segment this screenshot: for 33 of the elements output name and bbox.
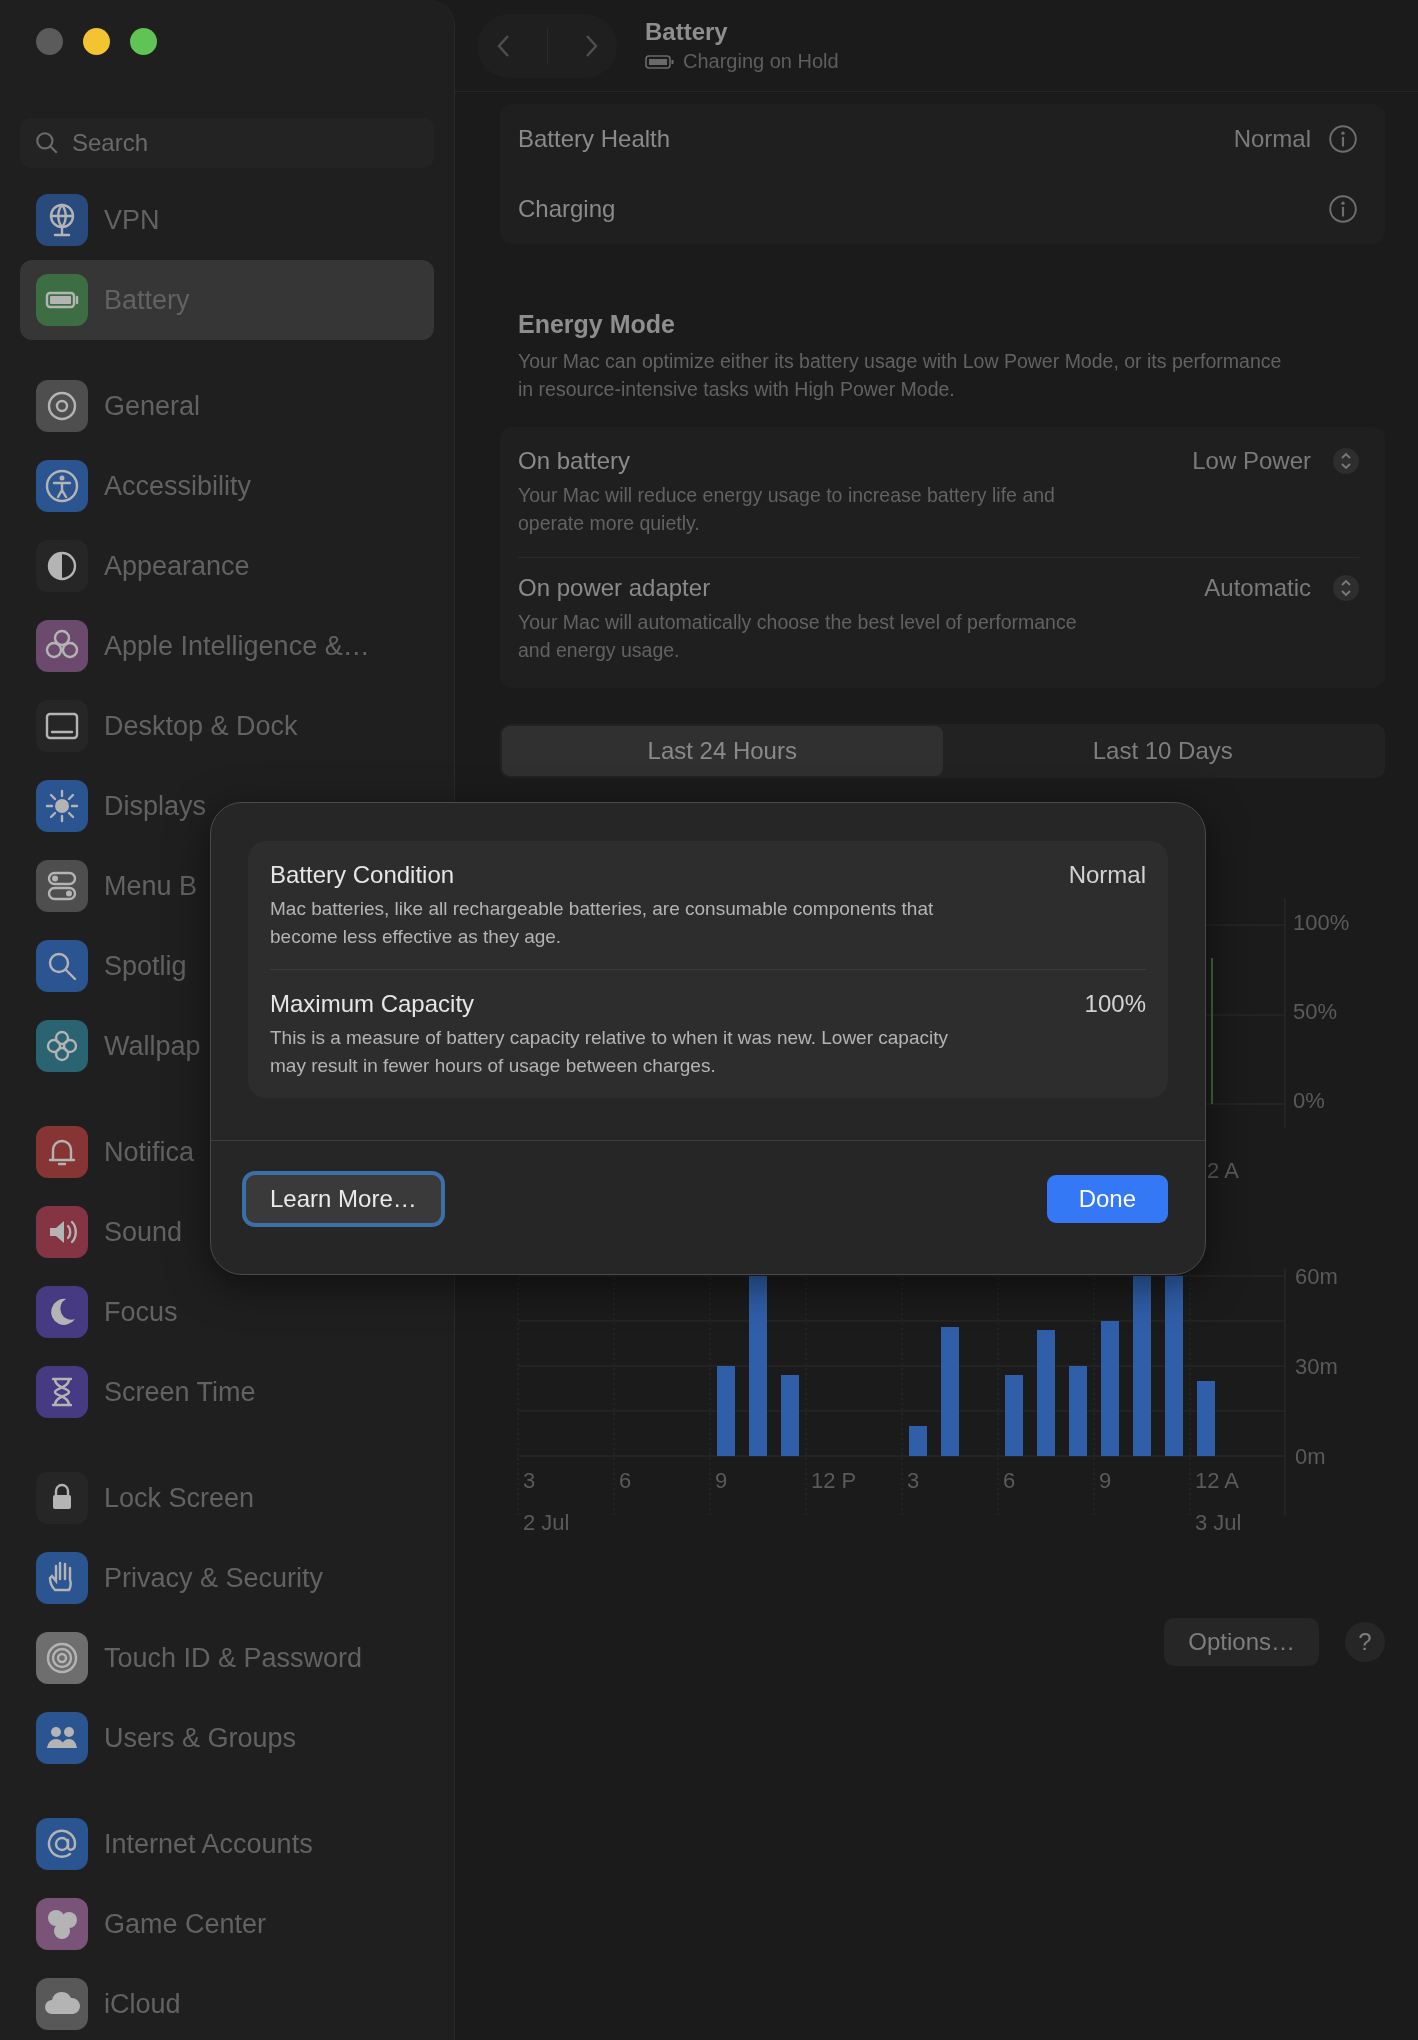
setting-label: On battery	[518, 447, 632, 475]
row-title: Battery Condition	[270, 861, 455, 889]
row-label: Charging	[518, 195, 617, 223]
row-title: Maximum Capacity	[270, 990, 475, 1018]
axis-tick-label: 0m	[1295, 1444, 1326, 1469]
row-description: Mac batteries, like all rechargeable batteries, are consumable components that become less effective as they age.	[270, 897, 935, 949]
axis-tick-label: 30m	[1295, 1354, 1338, 1379]
axis-tick-label: 50%	[1293, 999, 1338, 1025]
section-description: Your Mac can optimize either its battery usage with Low Power Mode, or its performance in resource-intensive tasks with High Power Mode.	[518, 349, 1283, 402]
setting-description: Your Mac will automatically choose the best level of performance and energy usage.	[518, 610, 1078, 663]
row-value: Normal	[1068, 861, 1146, 889]
axis-tick-label: 9	[715, 1468, 728, 1493]
date-label: 3 Jul	[1195, 1510, 1242, 1535]
axis-tick-label: 6	[619, 1468, 632, 1493]
axis-tick-label: 12 P	[811, 1468, 857, 1493]
window-title: Battery	[645, 18, 729, 46]
status-subtitle: Charging on Hold	[683, 50, 839, 73]
axis-tick-label: 0%	[1293, 1088, 1325, 1114]
section-heading: Energy Mode	[518, 310, 676, 339]
setting-description: Your Mac will reduce energy usage to increase battery life and operate more quietly.	[518, 483, 1056, 536]
axis-tick-label: 100%	[1293, 910, 1350, 936]
row-value: 100%	[1084, 990, 1146, 1018]
row-value: Normal	[1233, 125, 1311, 153]
setting-label: On power adapter	[518, 574, 712, 602]
axis-tick-label: 6	[1003, 1468, 1016, 1493]
axis-tick-label: 60m	[1295, 1264, 1338, 1289]
axis-tick-label: 9	[1099, 1468, 1112, 1493]
axis-tick-label: 3	[523, 1468, 536, 1493]
axis-tick-label: 12 A	[1195, 1468, 1240, 1493]
row-description: This is a measure of battery capacity relative to when it was new. Lower capacity may result in fewer hours of usage between charges.	[270, 1026, 949, 1078]
axis-tick-label: 3	[907, 1468, 920, 1493]
row-label: Battery Health	[518, 125, 672, 153]
date-label: 2 Jul	[523, 1510, 570, 1535]
